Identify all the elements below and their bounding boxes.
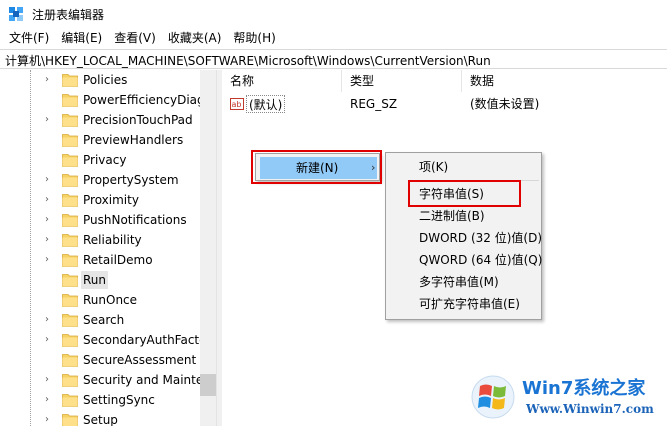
column-header-data[interactable]: 数据 — [462, 70, 667, 92]
folder-icon — [62, 294, 78, 307]
expand-chevron-icon[interactable]: › — [45, 114, 55, 126]
menu-help[interactable]: 帮助(H) — [229, 28, 279, 48]
folder-icon — [62, 394, 78, 407]
address-bar[interactable]: 计算机\HKEY_LOCAL_MACHINE\SOFTWARE\Microsof… — [0, 49, 667, 69]
tree-item-label: PushNotifications — [83, 213, 187, 227]
tree-item-label: Reliability — [83, 233, 142, 247]
tree-item-label: Proximity — [83, 193, 139, 207]
submenu-item-label: 二进制值(B) — [419, 209, 485, 223]
column-header-name[interactable]: 名称 — [222, 70, 342, 92]
expand-chevron-icon[interactable]: › — [45, 174, 55, 186]
tree-item-label: Privacy — [83, 153, 127, 167]
tree-item-label: Search — [83, 313, 125, 327]
expand-chevron-icon[interactable]: › — [45, 214, 55, 226]
submenu-item-label: 可扩充字符串值(E) — [419, 297, 520, 311]
watermark-title: Win7系统之家 — [522, 378, 646, 399]
folder-icon — [62, 74, 78, 87]
expand-chevron-icon — [45, 154, 55, 166]
tree-scrollbar[interactable] — [200, 70, 216, 426]
folder-icon — [62, 234, 78, 247]
tree-item-label: Security and Mainte — [83, 373, 204, 387]
menu-favorites[interactable]: 收藏夹(A) — [164, 28, 226, 48]
expand-chevron-icon — [45, 94, 55, 106]
tree-item-label: SettingSync — [83, 393, 155, 407]
menu-edit[interactable]: 编辑(E) — [57, 28, 106, 48]
folder-icon — [62, 214, 78, 227]
tree-item-label: Run — [81, 271, 109, 289]
folder-icon — [62, 174, 78, 187]
svg-text:ab: ab — [232, 100, 242, 109]
watermark: Win7系统之家 Www.Winwin7.com — [468, 368, 667, 426]
submenu-item-label: QWORD (64 位)值(Q) — [419, 253, 543, 267]
folder-icon — [62, 154, 78, 167]
expand-chevron-icon[interactable]: › — [45, 314, 55, 326]
submenu-item-expandable-string-value[interactable]: 可扩充字符串值(E) — [390, 293, 539, 315]
watermark-url: Www.Winwin7.com — [526, 402, 654, 416]
expand-chevron-icon — [45, 354, 55, 366]
tree-item-label: SecureAssessment — [83, 353, 197, 367]
folder-icon — [62, 114, 78, 127]
tree-item-label: PropertySystem — [83, 173, 179, 187]
regedit-icon — [9, 7, 23, 21]
tree-item-label: RunOnce — [83, 293, 138, 307]
tree-item-label: PreviewHandlers — [83, 133, 184, 147]
submenu-item-multi-string-value[interactable]: 多字符串值(M) — [390, 271, 539, 293]
expand-chevron-icon[interactable]: › — [45, 414, 55, 426]
submenu-item-dword-value[interactable]: DWORD (32 位)值(D) — [390, 227, 542, 249]
tree-item-label: PrecisionTouchPad — [83, 113, 193, 127]
folder-icon — [62, 254, 78, 267]
address-path[interactable]: 计算机\HKEY_LOCAL_MACHINE\SOFTWARE\Microsof… — [5, 52, 491, 69]
tree-scrollbar-thumb[interactable] — [200, 374, 216, 396]
menu-view[interactable]: 查看(V) — [110, 28, 160, 48]
tree-item-label: Setup — [83, 413, 118, 426]
expand-chevron-icon[interactable]: › — [45, 74, 55, 86]
menu-bar: 文件(F) 编辑(E) 查看(V) 收藏夹(A) 帮助(H) — [0, 28, 667, 48]
value-data-cell: (数值未设置) — [470, 97, 540, 111]
key-tree[interactable]: › Policies PowerEfficiencyDiag › PrecisionTo… — [0, 70, 216, 426]
folder-icon — [62, 94, 78, 107]
annotation-highlight-new — [251, 150, 382, 184]
expand-chevron-icon[interactable]: › — [45, 374, 55, 386]
folder-icon — [62, 354, 78, 367]
folder-icon — [62, 134, 78, 147]
submenu-item-binary-value[interactable]: 二进制值(B) — [390, 205, 539, 227]
window-title: 注册表编辑器 — [32, 8, 105, 22]
submenu-item-qword-value[interactable]: QWORD (64 位)值(Q) — [390, 249, 543, 271]
tree-item-label: Policies — [83, 73, 128, 87]
folder-icon — [62, 194, 78, 207]
annotation-highlight-string-value — [408, 180, 521, 207]
expand-chevron-icon[interactable]: › — [45, 394, 55, 406]
folder-icon — [62, 314, 78, 327]
expand-chevron-icon — [45, 274, 55, 286]
folder-icon — [62, 414, 78, 426]
windows-logo-icon — [471, 375, 515, 419]
expand-chevron-icon[interactable]: › — [45, 234, 55, 246]
expand-chevron-icon — [45, 134, 55, 146]
expand-chevron-icon — [45, 294, 55, 306]
submenu-item-label: 项(K) — [419, 160, 449, 174]
folder-icon — [62, 274, 78, 287]
value-type-cell: REG_SZ — [350, 97, 398, 111]
tree-item-label: SecondaryAuthFactc — [83, 333, 206, 347]
submenu-item-label: DWORD (32 位)值(D) — [419, 231, 542, 245]
title-bar: 注册表编辑器 — [0, 0, 667, 28]
folder-icon — [62, 334, 78, 347]
value-name-cell[interactable]: (默认) — [246, 95, 286, 113]
expand-chevron-icon[interactable]: › — [45, 334, 55, 346]
expand-chevron-icon[interactable]: › — [45, 254, 55, 266]
string-value-icon: ab — [230, 98, 244, 110]
menu-file[interactable]: 文件(F) — [5, 28, 53, 48]
tree-item-label: RetailDemo — [83, 253, 153, 267]
column-header-type[interactable]: 类型 — [342, 70, 462, 92]
submenu-item-label: 多字符串值(M) — [419, 275, 499, 289]
expand-chevron-icon[interactable]: › — [45, 194, 55, 206]
folder-icon — [62, 374, 78, 387]
tree-item-label: PowerEfficiencyDiag — [83, 93, 205, 107]
tree-guide-line — [30, 70, 31, 426]
submenu-item-key[interactable]: 项(K) — [390, 156, 539, 178]
new-submenu: 项(K) 字符串值(S) 二进制值(B) DWORD (32 位)值(D) QW… — [385, 152, 542, 320]
